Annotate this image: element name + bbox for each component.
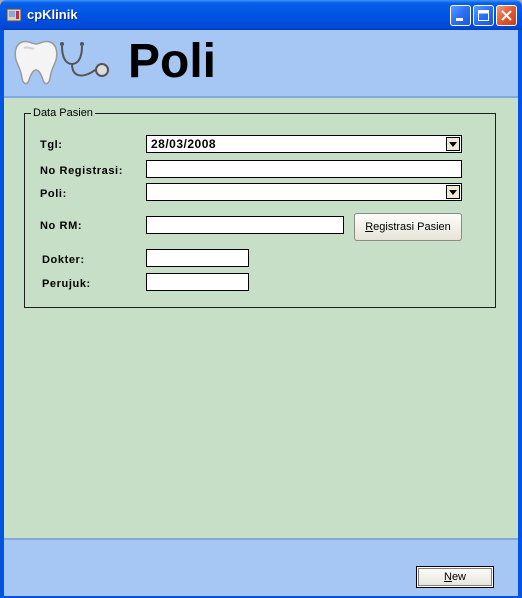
header-band: Poli [4, 30, 518, 96]
client-area: Poli Data Pasien Tgl: 28/03/2008 No Regi… [4, 30, 518, 596]
new-accel: N [443, 571, 452, 583]
dokter-field[interactable] [146, 249, 249, 267]
dropdown-arrow-icon [449, 190, 457, 195]
registrasi-label-rest: egistrasi Pasien [373, 221, 451, 233]
title-bar[interactable]: cpKlinik [0, 0, 522, 30]
registrasi-pasien-button[interactable]: Registrasi Pasien [354, 213, 462, 241]
group-legend: Data Pasien [33, 107, 93, 119]
tgl-label: Tgl: [40, 139, 63, 151]
tgl-value: 28/03/2008 [151, 137, 217, 151]
app-window: cpKlinik Poli Data Pasien Tgl: 28/03/200… [0, 0, 522, 598]
no-rm-field[interactable] [146, 216, 344, 234]
close-button[interactable] [496, 5, 517, 26]
new-label-rest: ew [451, 571, 466, 583]
no-registrasi-label: No Registrasi: [40, 165, 123, 177]
no-rm-label: No RM: [40, 220, 83, 232]
maximize-button[interactable] [473, 5, 494, 26]
minimize-button[interactable] [450, 5, 471, 26]
poli-select[interactable] [146, 183, 462, 201]
new-button[interactable]: New [416, 566, 494, 588]
poli-label: Poli: [40, 188, 67, 200]
app-icon[interactable] [6, 7, 22, 23]
stethoscope-icon [60, 42, 109, 77]
tgl-date-picker[interactable]: 28/03/2008 [146, 135, 462, 153]
tgl-dropdown-button[interactable] [446, 137, 460, 151]
tooth-icon [14, 40, 58, 85]
header-divider [4, 96, 518, 98]
page-title: Poli [128, 35, 217, 88]
perujuk-field[interactable] [146, 273, 249, 291]
footer-band: New [4, 538, 518, 596]
minimize-icon [456, 18, 463, 21]
no-registrasi-field[interactable] [146, 160, 462, 178]
maximize-icon [478, 10, 489, 21]
perujuk-label: Perujuk: [42, 278, 91, 290]
registrasi-accel: R [365, 221, 374, 233]
close-icon [501, 10, 512, 21]
poli-dropdown-button[interactable] [446, 185, 460, 199]
dokter-label: Dokter: [42, 254, 85, 266]
dropdown-arrow-icon [449, 142, 457, 147]
window-title: cpKlinik [27, 7, 78, 22]
